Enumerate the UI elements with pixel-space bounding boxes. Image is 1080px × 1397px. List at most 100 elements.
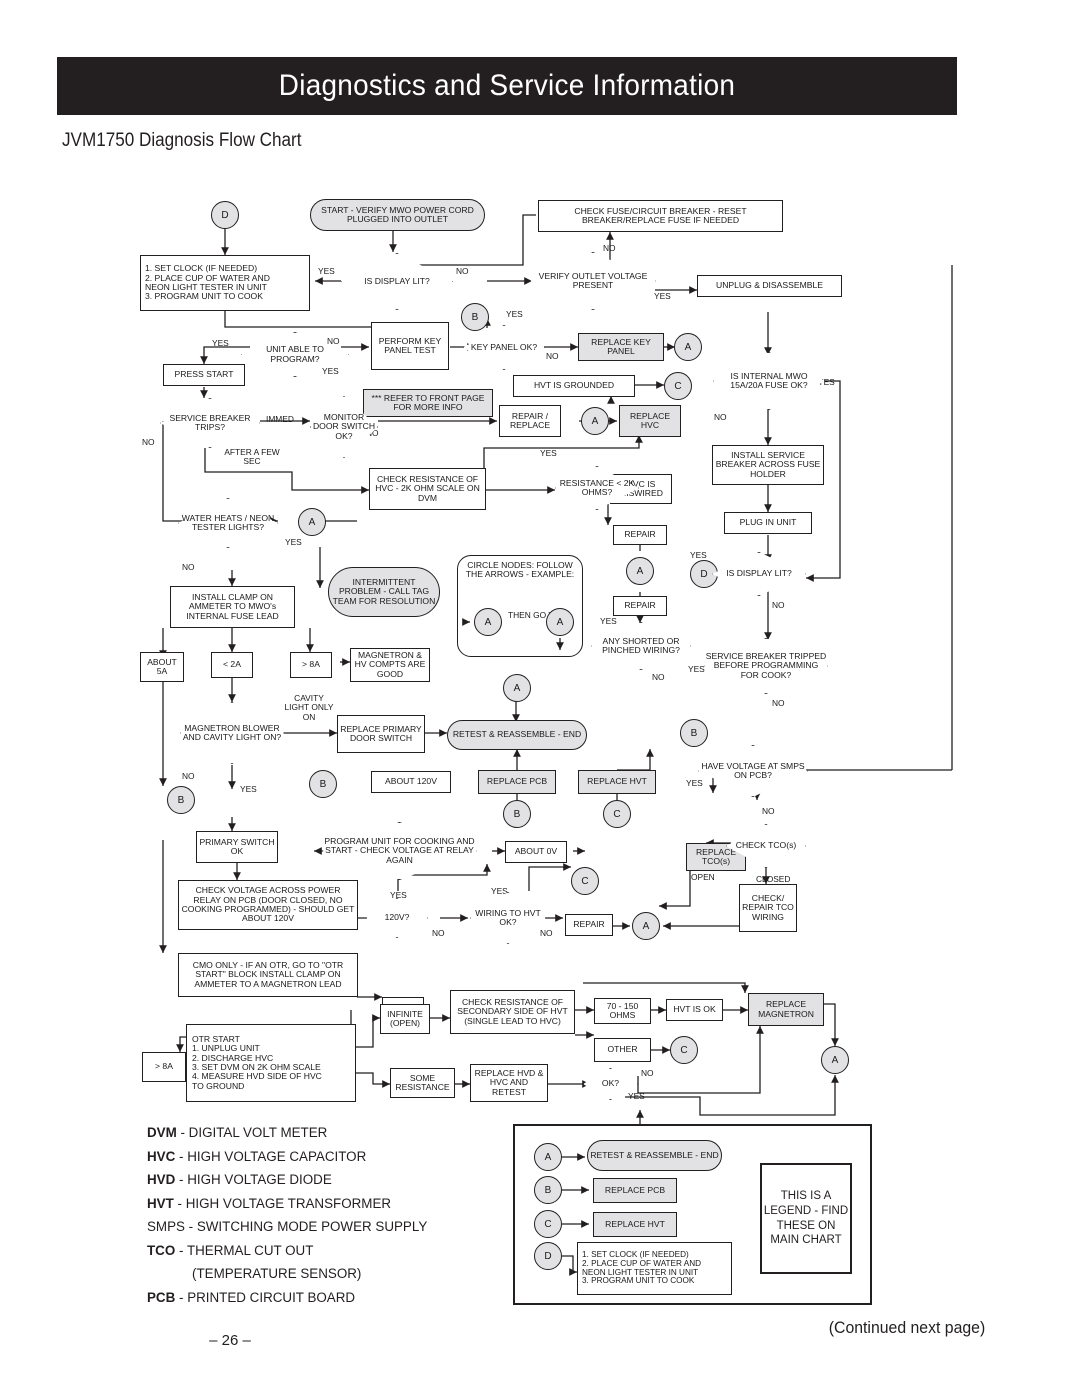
- node-120v-question[interactable]: 120V?: [366, 898, 428, 938]
- node-circle-b-keypanel[interactable]: B: [461, 303, 489, 331]
- node-is-display-lit-2[interactable]: IS DISPLAY LIT?: [712, 552, 806, 596]
- edge-label-no-tripped: NO: [772, 698, 785, 708]
- node-cmo-only-otr[interactable]: CMO ONLY - IF AN OTR, GO TO "OTR START" …: [178, 953, 358, 997]
- node-any-shorted-wiring[interactable]: ANY SHORTED OR PINCHED WIRING?: [591, 622, 691, 670]
- node-install-service-breaker[interactable]: INSTALL SERVICE BREAKER ACROSS FUSE HOLD…: [712, 445, 824, 485]
- abbrev-row: TCO - THERMAL CUT OUT: [147, 1243, 487, 1258]
- node-intermittent-problem[interactable]: INTERMITTENT PROBLEM - CALL TAG TEAM FOR…: [328, 567, 440, 617]
- node-about-0v[interactable]: ABOUT 0V: [505, 841, 567, 863]
- node-circle-b-about120[interactable]: B: [309, 770, 337, 798]
- node-check-resistance-hvc[interactable]: CHECK RESISTANCE OF HVC - 2K OHM SCALE O…: [369, 468, 486, 510]
- node-primary-switch-ok[interactable]: PRIMARY SWITCH OK: [196, 831, 278, 863]
- node-gt-8a-top[interactable]: > 8A: [290, 652, 332, 678]
- node-retest-reassemble[interactable]: RETEST & REASSEMBLE - END: [447, 720, 587, 750]
- node-wiring-to-hvt-ok[interactable]: WIRING TO HVT OK?: [470, 892, 546, 944]
- node-check-tcos[interactable]: CHECK TCO(s): [726, 824, 806, 868]
- node-circle-a-hvc-rep[interactable]: A: [626, 557, 654, 585]
- node-unplug-disassemble[interactable]: UNPLUG & DISASSEMBLE: [697, 275, 842, 297]
- node-circle-nodes-legend: CIRCLE NODES: FOLLOW THE ARROWS - EXAMPL…: [457, 555, 583, 657]
- node-replace-pcb[interactable]: REPLACE PCB: [478, 770, 556, 794]
- node-circle-c-other[interactable]: C: [670, 1036, 698, 1064]
- node-circle-b-magnetron[interactable]: B: [167, 786, 195, 814]
- node-circle-a-water[interactable]: A: [298, 508, 326, 536]
- edge-label-no-fuse: NO: [714, 412, 727, 422]
- node-replace-key-panel[interactable]: REPLACE KEY PANEL: [578, 333, 664, 361]
- node-otr-start[interactable]: OTR START 1. UNPLUG UNIT 2. DISCHARGE HV…: [186, 1024, 356, 1102]
- node-magnetron-blower-cavity[interactable]: MAGNETRON BLOWER AND CAVITY LIGHT ON?: [180, 702, 284, 764]
- node-check-fuse[interactable]: CHECK FUSE/CIRCUIT BREAKER - RESET BREAK…: [538, 200, 783, 232]
- node-replace-magnetron[interactable]: REPLACE MAGNETRON: [748, 993, 824, 1026]
- node-install-clamp-fuse-lead[interactable]: INSTALL CLAMP ON AMMETER TO MWO's INTERN…: [170, 586, 295, 628]
- node-circle-c-hvt[interactable]: C: [664, 372, 692, 400]
- legend-target-d[interactable]: 1. SET CLOCK (IF NEEDED) 2. PLACE CUP OF…: [577, 1242, 732, 1295]
- node-magnetron-hv-good[interactable]: MAGNETRON & HV COMPTS ARE GOOD: [350, 648, 430, 682]
- node-repair-hvc[interactable]: REPAIR: [613, 525, 667, 545]
- node-key-panel-ok[interactable]: KEY PANEL OK?: [463, 325, 545, 370]
- node-lt-2a[interactable]: < 2A: [211, 652, 253, 678]
- node-circle-a-repair-replace[interactable]: A: [581, 407, 609, 435]
- node-repair-shorted[interactable]: REPAIR: [613, 596, 667, 616]
- node-circle-a-keypanel[interactable]: A: [674, 333, 702, 361]
- node-press-start-label: PRESS START: [174, 369, 234, 380]
- node-circle-a-repair-3[interactable]: A: [632, 912, 660, 940]
- node-start-label: START - VERIFY MWO POWER CORD PLUGGED IN…: [321, 204, 474, 224]
- edge-label-after-few-sec: AFTER A FEW SEC: [224, 447, 280, 467]
- node-press-start[interactable]: PRESS START: [163, 364, 245, 386]
- node-program-unit-relay[interactable]: PROGRAM UNIT FOR COOKING AND START - CHE…: [322, 822, 477, 880]
- node-circle-c-wiring[interactable]: C: [571, 867, 599, 895]
- node-water-heats[interactable]: WATER HEATS / NEON TESTER LIGHTS?: [178, 498, 278, 548]
- abbrev-text: DIGITAL VOLT METER: [188, 1125, 328, 1140]
- node-hvt-is-grounded[interactable]: HVT IS GROUNDED: [513, 375, 635, 397]
- node-verify-outlet[interactable]: VERIFY OUTLET VOLTAGE PRESENT: [530, 252, 656, 310]
- node-check-voltage-power-relay[interactable]: CHECK VOLTAGE ACROSS POWER RELAY ON PCB …: [178, 880, 358, 930]
- node-circle-d-top[interactable]: D: [211, 201, 239, 229]
- node-circle-b-shorted[interactable]: B: [680, 719, 708, 747]
- node-about-120v[interactable]: ABOUT 120V: [371, 771, 451, 793]
- abbrev-sep: -: [175, 1172, 188, 1187]
- legend-target-c[interactable]: REPLACE HVT: [593, 1212, 677, 1237]
- abbrev-row-sub: (TEMPERATURE SENSOR): [147, 1266, 487, 1281]
- node-replace-primary-door-switch[interactable]: REPLACE PRIMARY DOOR SWITCH: [337, 715, 425, 753]
- node-infinite-open-label: INFINITE (OPEN): [387, 1008, 423, 1028]
- node-check-repair-tco-wiring[interactable]: CHECK/ REPAIR TCO WIRING: [739, 884, 797, 932]
- node-have-voltage-smps[interactable]: HAVE VOLTAGE AT SMPS ON PCB?: [698, 745, 808, 797]
- node-circle-a-retest[interactable]: A: [503, 674, 531, 702]
- legend-circle-a[interactable]: A: [534, 1143, 562, 1171]
- node-replace-hvd-hvc[interactable]: REPLACE HVD & HVC AND RETEST: [470, 1064, 548, 1102]
- node-refer-front-page[interactable]: *** REFER TO FRONT PAGE FOR MORE INFO: [363, 389, 493, 417]
- node-ohms-70-150[interactable]: 70 - 150 OHMS: [594, 998, 651, 1024]
- node-service-breaker-tripped[interactable]: SERVICE BREAKER TRIPPED BEFORE PROGRAMMI…: [704, 638, 828, 694]
- node-hvt-is-ok[interactable]: HVT IS OK: [666, 999, 723, 1021]
- node-check-resistance-secondary[interactable]: CHECK RESISTANCE OF SECONDARY SIDE OF HV…: [450, 990, 575, 1034]
- node-is-display-lit[interactable]: IS DISPLAY LIT?: [341, 253, 453, 310]
- node-plug-in-unit[interactable]: PLUG IN UNIT: [724, 512, 812, 534]
- abbrev-key: HVT: [147, 1195, 174, 1211]
- node-about-5a[interactable]: ABOUT 5A: [140, 652, 184, 682]
- edge-label-cavity-light-only: CAVITY LIGHT ONLY ON: [284, 693, 334, 722]
- node-repair-wiring[interactable]: REPAIR: [565, 914, 613, 936]
- node-repair-replace[interactable]: REPAIR / REPLACE: [499, 405, 561, 437]
- legend-target-a[interactable]: RETEST & REASSEMBLE - END: [587, 1140, 722, 1171]
- node-service-breaker-trips[interactable]: SERVICE BREAKER TRIPS?: [160, 398, 260, 448]
- legend-circle-d[interactable]: D: [534, 1242, 562, 1270]
- edge-label-no-magnetron: NO: [182, 771, 195, 781]
- node-start[interactable]: START - VERIFY MWO POWER CORD PLUGGED IN…: [310, 199, 485, 231]
- node-some-resistance[interactable]: SOME RESISTANCE: [390, 1068, 455, 1098]
- legend-circle-c[interactable]: C: [534, 1210, 562, 1238]
- node-is-internal-fuse-ok[interactable]: IS INTERNAL MWO 15A/20A FUSE OK?: [713, 352, 825, 410]
- node-replace-hvt[interactable]: REPLACE HVT: [578, 770, 656, 794]
- legend-circle-b[interactable]: B: [534, 1176, 562, 1204]
- node-replace-hvc[interactable]: REPLACE HVC: [619, 405, 681, 437]
- node-perform-key-panel-test[interactable]: PERFORM KEY PANEL TEST: [371, 322, 449, 370]
- node-other[interactable]: OTHER: [594, 1038, 651, 1062]
- node-infinite-open[interactable]: INFINITE (OPEN): [380, 1004, 430, 1034]
- node-repair-hvc-label: REPAIR: [624, 529, 656, 540]
- node-circle-a-magnetron[interactable]: A: [821, 1046, 849, 1074]
- edge-label-no-shorted: NO: [652, 672, 665, 682]
- node-set-clock[interactable]: 1. SET CLOCK (IF NEEDED) 2. PLACE CUP OF…: [140, 255, 310, 311]
- node-circle-b-pcb[interactable]: B: [503, 800, 531, 828]
- node-gt-8a-bottom[interactable]: > 8A: [142, 1052, 186, 1082]
- legend-target-b[interactable]: REPLACE PCB: [593, 1178, 677, 1203]
- node-circle-c-hvt-2[interactable]: C: [603, 800, 631, 828]
- edge-label-no-display2: NO: [772, 600, 785, 610]
